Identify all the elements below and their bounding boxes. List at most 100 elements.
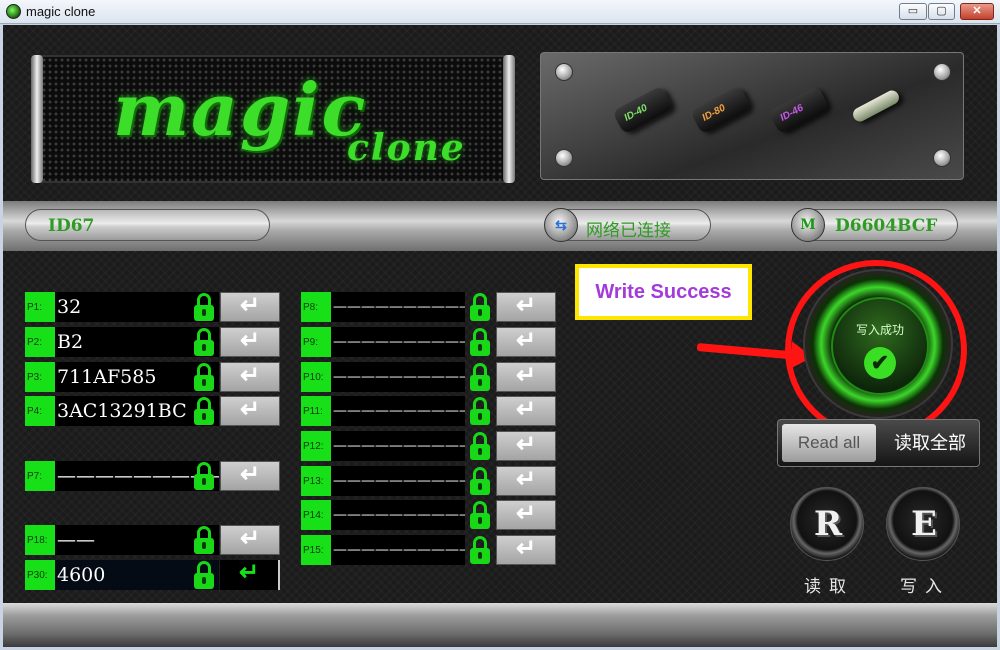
enter-button[interactable]: ↵: [496, 362, 556, 392]
page-label: P18:: [25, 525, 55, 555]
device-serial-text: D6604BCF: [835, 216, 938, 236]
lock-icon[interactable]: [193, 397, 215, 425]
enter-button[interactable]: ↵: [496, 292, 556, 322]
screw-icon: [933, 149, 951, 167]
page-row-p9: P9: —————————— ↵: [301, 327, 556, 357]
page-label: P4:: [25, 396, 55, 426]
maximize-button[interactable]: ▢: [928, 3, 955, 20]
page-label: P7:: [25, 461, 55, 491]
lock-icon[interactable]: [469, 397, 491, 425]
network-status: ⇆ 网络已连接: [544, 208, 711, 242]
network-status-text: 网络已连接: [586, 221, 671, 241]
page-label: P12:: [301, 431, 331, 461]
chip-panel: ID-40 ID-80 ID-46: [540, 52, 964, 180]
close-button[interactable]: ✕: [960, 3, 994, 20]
logo-main-text: magic: [113, 67, 368, 152]
write-button-letter: E: [911, 504, 937, 544]
page-label: P13:: [301, 466, 331, 496]
glass-chip-icon: [850, 88, 902, 124]
enter-button[interactable]: ↵: [496, 466, 556, 496]
page-label: P30:: [25, 560, 55, 590]
enter-button[interactable]: ↵: [496, 327, 556, 357]
app-icon: [6, 4, 21, 19]
page-row-p7: P7: —————————— ↵: [25, 461, 280, 491]
page-row-p8: P8: —————————— ↵: [301, 292, 556, 322]
lock-icon[interactable]: [469, 328, 491, 356]
page-row-p1: P1: 32 ↵: [25, 292, 280, 322]
enter-button[interactable]: ↵: [496, 396, 556, 426]
page-row-p10: P10: —————————— ↵: [301, 362, 556, 392]
enter-button[interactable]: ↵: [220, 292, 280, 322]
page-row-p4: P4: 3AC13291BC ↵: [25, 396, 280, 426]
chip-id-text: ID67: [48, 216, 95, 236]
usb-icon: ⇆: [544, 208, 578, 242]
enter-button[interactable]: ↵: [220, 525, 280, 555]
enter-button[interactable]: ↵: [220, 396, 280, 426]
write-button[interactable]: E: [886, 487, 960, 561]
page-label: P14:: [301, 500, 331, 530]
page-row-p14: P14: —————————— ↵: [301, 500, 556, 530]
enter-button[interactable]: ↵: [496, 431, 556, 461]
page-label: P3:: [25, 362, 55, 392]
page-label: P1:: [25, 292, 55, 322]
lock-icon[interactable]: [469, 501, 491, 529]
minimize-button[interactable]: ▭: [899, 3, 927, 20]
logo-panel: magic clone: [31, 55, 515, 183]
enter-button-active[interactable]: ↵: [220, 560, 280, 590]
highlight-circle: [785, 260, 967, 440]
page-value[interactable]: ——————————: [331, 396, 465, 426]
page-row-p13: P13: —————————— ↵: [301, 466, 556, 496]
read-all-label-cn[interactable]: 读取全部: [882, 424, 978, 462]
logo-sub-text: clone: [347, 127, 466, 169]
lock-icon[interactable]: [193, 363, 215, 391]
pointer-arrow: [696, 343, 799, 360]
lock-icon[interactable]: [469, 467, 491, 495]
lock-icon[interactable]: [193, 462, 215, 490]
enter-button[interactable]: ↵: [496, 535, 556, 565]
read-button-caption: 读取: [804, 577, 854, 596]
magic-logo-icon: M: [791, 208, 825, 242]
lock-icon[interactable]: [193, 293, 215, 321]
screw-icon: [555, 149, 573, 167]
main-window: magic clone ID-40 ID-80 ID-46 ID67 ⇆ 网络已…: [3, 25, 997, 647]
page-value[interactable]: ——————————: [331, 292, 465, 322]
lock-icon[interactable]: [469, 363, 491, 391]
screw-icon: [555, 63, 573, 81]
read-all-button[interactable]: Read all 读取全部: [777, 419, 980, 467]
page-row-p30: P30: 4600 ↵: [25, 560, 280, 590]
page-label: P11:: [301, 396, 331, 426]
lock-icon[interactable]: [193, 561, 215, 589]
footer-bar: [3, 603, 997, 647]
enter-button[interactable]: ↵: [496, 500, 556, 530]
enter-button[interactable]: ↵: [220, 461, 280, 491]
lock-icon[interactable]: [469, 536, 491, 564]
page-row-p18: P18: —— ↵: [25, 525, 280, 555]
chip-id-display: ID67: [25, 209, 270, 241]
lock-icon[interactable]: [193, 526, 215, 554]
page-value[interactable]: ——————————: [331, 431, 465, 461]
page-value[interactable]: ——————————: [331, 535, 465, 565]
lock-icon[interactable]: [469, 432, 491, 460]
write-status-message: Write Success: [575, 264, 752, 320]
page-row-p11: P11: —————————— ↵: [301, 396, 556, 426]
read-button-letter: R: [813, 504, 843, 544]
status-strip: ID67 ⇆ 网络已连接 M D6604BCF: [3, 201, 997, 251]
read-button[interactable]: R: [790, 487, 864, 561]
chip-id40-icon: ID-40: [612, 85, 674, 135]
page-row-p2: P2: B2 ↵: [25, 327, 280, 357]
page-value[interactable]: ——————————: [331, 500, 465, 530]
enter-button[interactable]: ↵: [220, 362, 280, 392]
enter-button[interactable]: ↵: [220, 327, 280, 357]
page-value[interactable]: ——————————: [331, 362, 465, 392]
page-value[interactable]: ——————————: [331, 466, 465, 496]
page-row-p15: P15: —————————— ↵: [301, 535, 556, 565]
page-label: P9:: [301, 327, 331, 357]
lock-icon[interactable]: [469, 293, 491, 321]
read-all-label-en[interactable]: Read all: [782, 424, 876, 462]
lock-icon[interactable]: [193, 328, 215, 356]
chip-id80-icon: ID-80: [690, 85, 752, 135]
write-button-caption: 写入: [900, 577, 950, 596]
window-title: magic clone: [26, 4, 96, 19]
page-value[interactable]: ——————————: [331, 327, 465, 357]
page-label: P10:: [301, 362, 331, 392]
